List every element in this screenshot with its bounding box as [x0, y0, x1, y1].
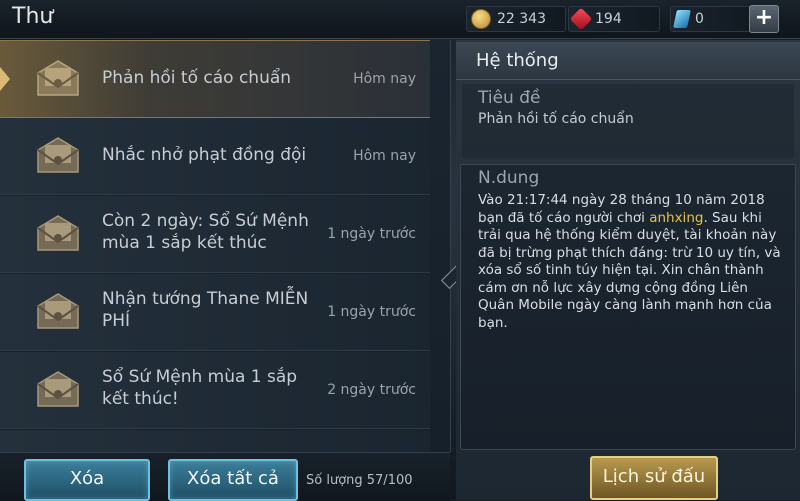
content-label: N.dung	[478, 168, 540, 188]
selected-arrow-icon	[0, 67, 10, 91]
match-history-button[interactable]: Lịch sử đấu	[590, 456, 718, 500]
mail-item[interactable]: Còn 2 ngày: Sổ Sứ Mệnh mùa 1 sắp kết thú…	[0, 196, 430, 273]
mail-date: 2 ngày trước	[327, 382, 416, 398]
mail-date: Hôm nay	[353, 148, 416, 164]
envelope-icon	[37, 215, 79, 251]
mail-count: Số lượng 57/100	[306, 473, 413, 488]
detail-section-title: Hệ thống	[456, 42, 800, 80]
ticket-amount: 0	[695, 11, 704, 27]
mail-title: Phản hồi tố cáo chuẩn	[102, 68, 292, 88]
mail-date: Hôm nay	[353, 71, 416, 87]
mail-item[interactable]: Nhắc nhở phạt đồng đội Hôm nay	[0, 118, 430, 195]
envelope-icon	[37, 371, 79, 407]
ruby-amount: 194	[595, 11, 622, 27]
mail-date: 1 ngày trước	[327, 226, 416, 242]
ruby-icon	[569, 7, 593, 31]
ticket-icon	[673, 10, 691, 28]
player-name[interactable]: anhxing	[649, 210, 703, 226]
delete-all-button[interactable]: Xóa tất cả	[168, 459, 298, 501]
mail-item[interactable]: Phản hồi tố cáo chuẩn Hôm nay	[0, 40, 430, 118]
mail-item[interactable]: Sổ Sứ Mệnh mùa 1 sắp kết thúc! 2 ngày tr…	[0, 352, 430, 429]
subject-text: Phản hồi tố cáo chuẩn	[478, 111, 634, 127]
mail-title: Còn 2 ngày: Sổ Sứ Mệnh mùa 1 sắp kết thú…	[102, 211, 309, 253]
mail-title: Nhắc nhở phạt đồng đội	[102, 145, 307, 165]
mail-date: 1 ngày trước	[327, 304, 416, 320]
gold-coin-icon	[471, 9, 491, 29]
top-bar: Thư 22 343 194 0 +	[0, 0, 800, 39]
mail-item-partial[interactable]	[0, 430, 430, 452]
page-title: Thư	[12, 4, 54, 29]
gold-amount: 22 343	[497, 11, 546, 27]
content-text: Vào 21:17:44 ngày 28 tháng 10 năm 2018 b…	[478, 192, 788, 332]
gold-counter: 22 343	[466, 6, 566, 32]
envelope-icon	[37, 293, 79, 329]
add-currency-button[interactable]: +	[749, 5, 779, 33]
mail-title: Sổ Sứ Mệnh mùa 1 sắp kết thúc!	[102, 367, 298, 409]
envelope-icon	[37, 60, 79, 96]
delete-button[interactable]: Xóa	[24, 459, 150, 501]
mail-title: Nhận tướng Thane MIỄN PHÍ	[102, 289, 309, 331]
ticket-counter: 0	[670, 6, 754, 32]
content-text-end: . Sau khi trải qua hệ thống kiểm duyệt, …	[478, 209, 781, 331]
mail-list[interactable]: Phản hồi tố cáo chuẩn Hôm nay Nhắc nhở p…	[0, 40, 451, 452]
subject-label: Tiêu đề	[478, 88, 541, 108]
mail-item[interactable]: Nhận tướng Thane MIỄN PHÍ 1 ngày trước	[0, 274, 430, 351]
envelope-icon	[37, 137, 79, 173]
ruby-counter: 194	[568, 6, 660, 32]
mail-actions-bar: Xóa Xóa tất cả Số lượng 57/100	[0, 452, 450, 501]
